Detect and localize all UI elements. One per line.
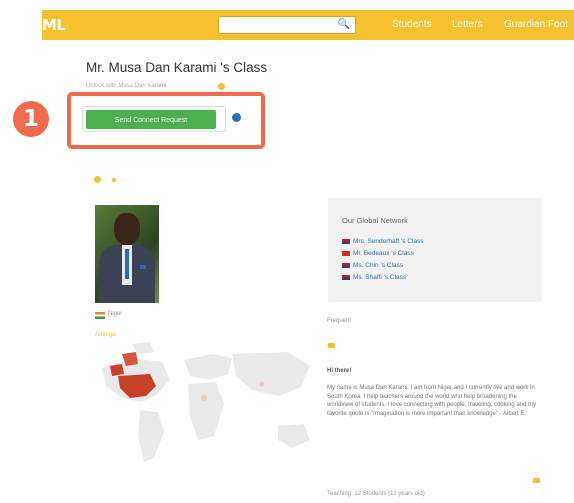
us-flag-icon xyxy=(342,262,350,268)
network-link-4[interactable]: Ms. Shaffi 's Class xyxy=(342,274,406,284)
canada-flag-icon xyxy=(342,250,350,256)
search-icon[interactable]: 🔍 xyxy=(335,18,353,32)
dot-icon xyxy=(112,178,116,182)
nav-letters[interactable]: Letters xyxy=(452,19,483,30)
network-link-3[interactable]: Ms. Chin 's Class xyxy=(342,262,403,272)
site-logo[interactable]: ML xyxy=(42,16,66,34)
us-flag-icon xyxy=(342,274,350,280)
search-input[interactable] xyxy=(222,18,334,34)
us-flag-icon xyxy=(342,238,350,244)
panel-title: Our Global Network xyxy=(342,216,408,225)
city-label: Ambiga xyxy=(95,332,116,338)
nav-students[interactable]: Students xyxy=(392,19,431,30)
search-box: 🔍 xyxy=(218,16,356,34)
bio-text: My name is Musa Dan Karami. I am from Ni… xyxy=(327,385,537,418)
chat-icon[interactable] xyxy=(328,343,335,348)
niger-flag-icon xyxy=(95,312,105,319)
class-subtitle: Unlock with Musa Dan Karami xyxy=(86,83,167,89)
page-title: Mr. Musa Dan Karami 's Class xyxy=(86,60,268,75)
subtitle-badge-icon xyxy=(218,83,225,90)
star-icon[interactable] xyxy=(94,176,101,183)
top-navigation-bar: ML 🔍 Students Letters Guardian Foot xyxy=(42,10,574,40)
frequent-tag: Frequent xyxy=(327,318,352,324)
world-map[interactable] xyxy=(92,340,318,475)
teaching-stat: Teaching: 12 Students (12 years old) xyxy=(327,491,425,497)
network-link-2[interactable]: Mr. Bedeaux 's Class xyxy=(342,250,414,260)
callout-number: 1 xyxy=(13,101,49,137)
nav-guardian[interactable]: Guardian Foot xyxy=(504,19,568,30)
more-icon[interactable] xyxy=(533,478,540,483)
info-icon[interactable] xyxy=(232,113,241,122)
country-label: Niger xyxy=(108,311,123,317)
bio-heading: Hi there! xyxy=(327,368,352,374)
send-connect-request-button[interactable]: Send Connect Request xyxy=(86,110,216,129)
global-network-panel: Our Global Network Mrs. Sunderhaft 's Cl… xyxy=(328,198,542,302)
teacher-photo xyxy=(95,205,159,303)
network-link-1[interactable]: Mrs. Sunderhaft 's Class xyxy=(342,238,424,248)
